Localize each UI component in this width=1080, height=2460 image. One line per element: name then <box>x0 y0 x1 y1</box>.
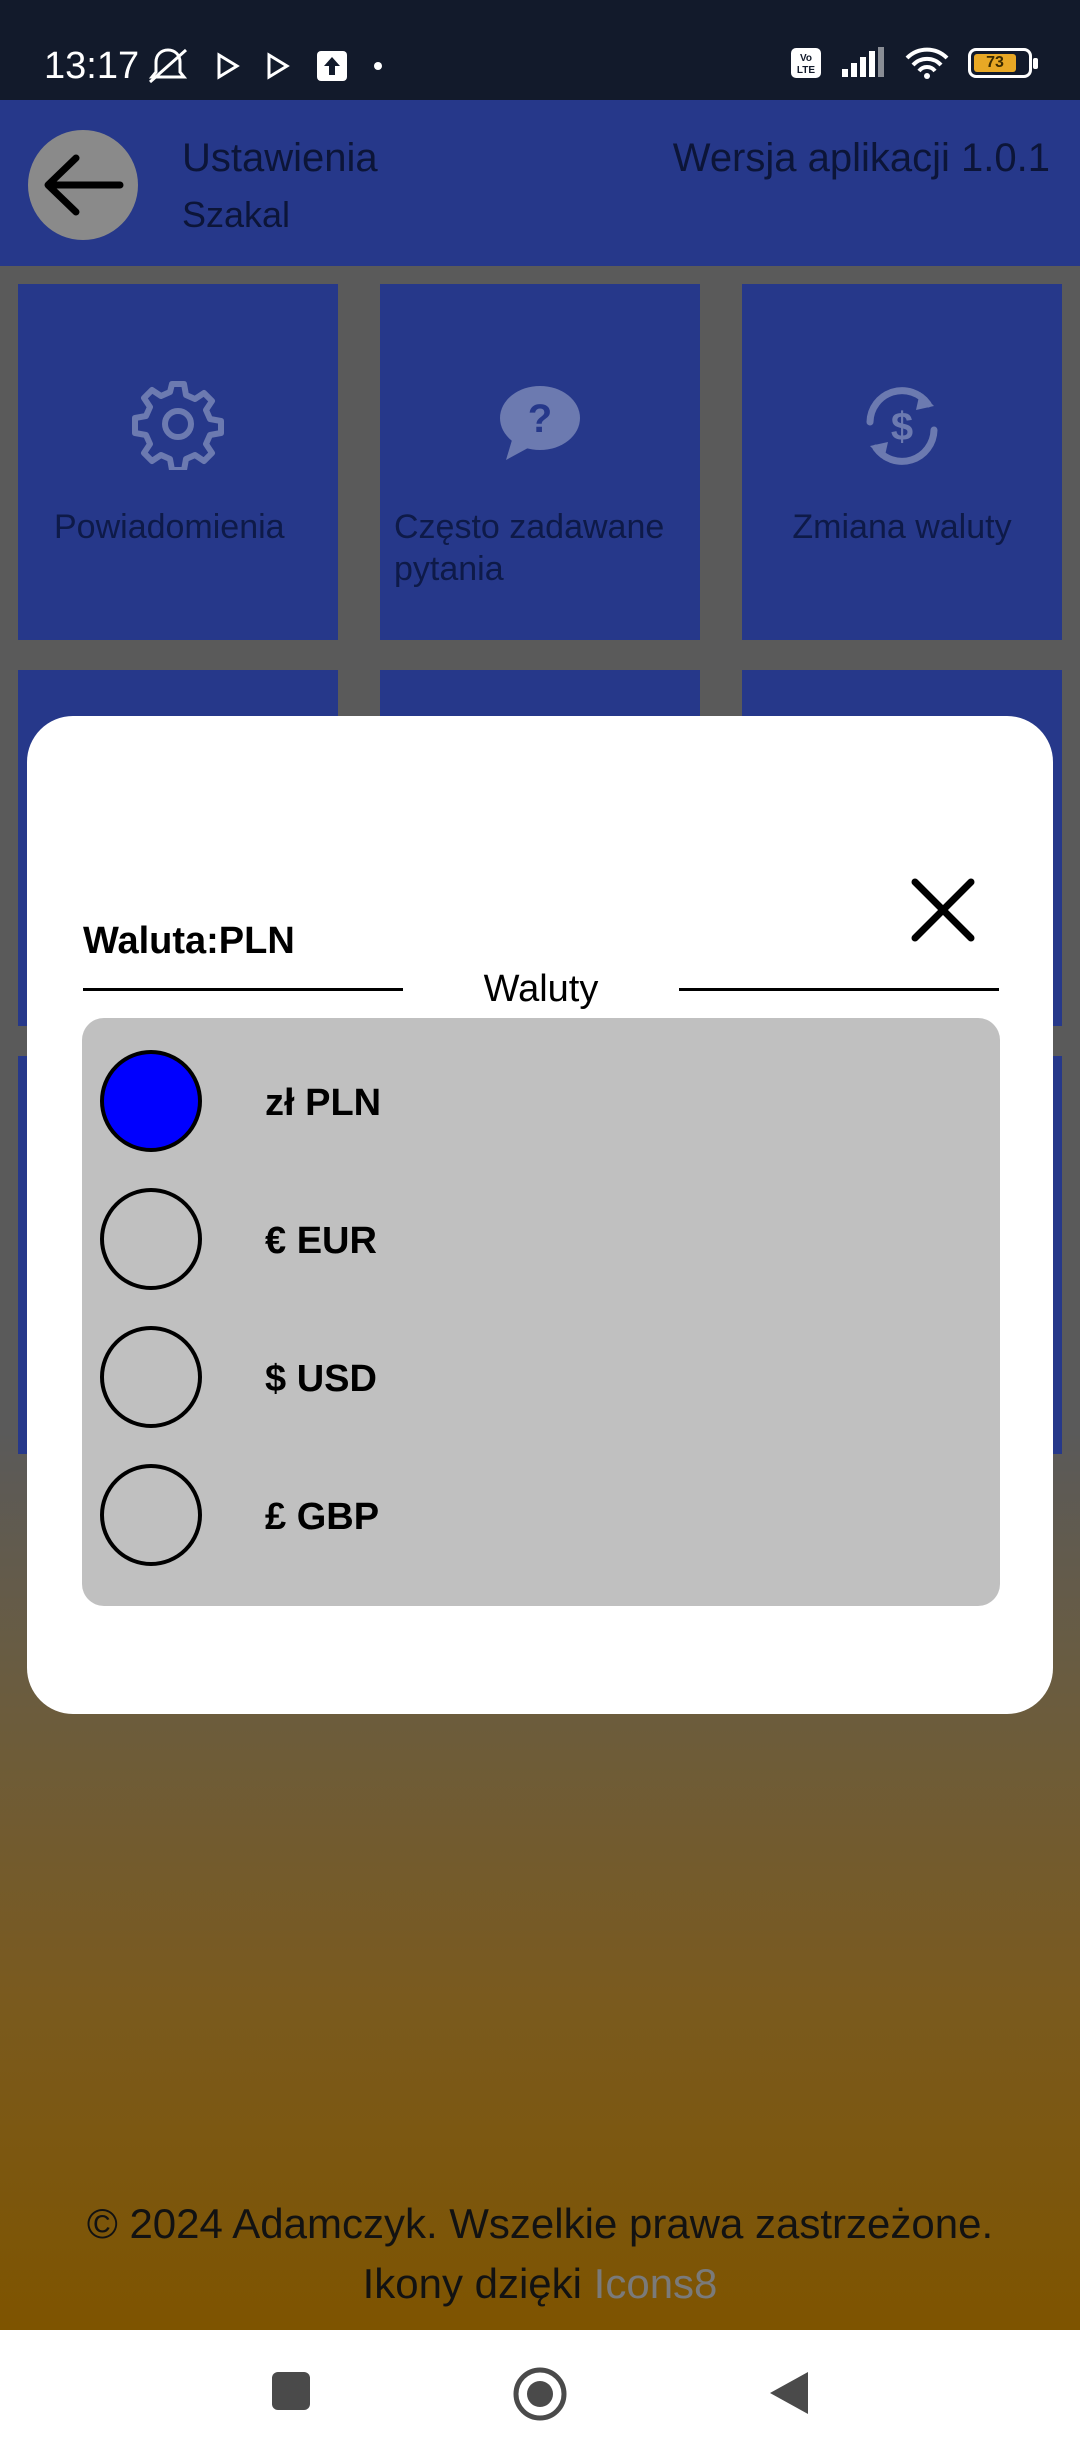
close-button[interactable] <box>907 874 979 946</box>
upload-icon <box>317 51 347 81</box>
divider <box>679 988 999 991</box>
tile-label: Zmiana waluty <box>792 508 1012 546</box>
status-time: 13:17 <box>44 45 140 87</box>
currency-option-usd[interactable]: $ USD <box>82 1294 1000 1432</box>
tile-label: Często zadawane pytania <box>394 508 665 588</box>
tile-label: Powiadomienia <box>54 508 285 546</box>
dialog-title: Waluta:PLN <box>83 920 295 962</box>
option-label: € EUR <box>265 1220 377 1262</box>
svg-text:Vo: Vo <box>800 53 812 64</box>
system-nav-bar <box>0 2330 1080 2460</box>
signal-icon <box>842 47 884 77</box>
app-version: Wersja aplikacji 1.0.1 <box>672 136 1050 180</box>
currency-option-gbp[interactable]: £ GBP <box>82 1432 1000 1570</box>
currency-options: zł PLN € EUR $ USD £ GBP <box>82 1018 1000 1606</box>
home-button[interactable] <box>512 2366 568 2422</box>
svg-text:LTE: LTE <box>797 65 815 76</box>
tile-faq[interactable]: ? Często zadawane pytania <box>380 284 700 640</box>
app-header: Ustawienia Szakal Wersja aplikacji 1.0.1 <box>0 100 1080 266</box>
radio-button[interactable] <box>100 1326 202 1428</box>
question-bubble-icon: ? <box>500 386 580 460</box>
radio-button[interactable] <box>100 1188 202 1290</box>
divider <box>83 988 403 991</box>
mute-icon <box>148 48 188 84</box>
page-subtitle: Szakal <box>182 194 291 235</box>
svg-text:?: ? <box>528 397 552 441</box>
icons8-link[interactable]: Icons8 <box>594 2260 718 2307</box>
footer-credit-prefix: Ikony dzięki <box>362 2260 594 2307</box>
option-label: $ USD <box>265 1358 377 1400</box>
tile-notifications[interactable]: Powiadomienia <box>18 284 338 640</box>
radio-button[interactable] <box>100 1464 202 1566</box>
volte-icon: Vo LTE <box>791 48 821 78</box>
radio-button[interactable] <box>100 1050 202 1152</box>
section-label: Waluty <box>483 968 599 1010</box>
back-nav-button[interactable] <box>766 2368 812 2418</box>
wifi-icon <box>905 47 949 79</box>
play-icon <box>267 52 290 80</box>
dot-icon <box>374 62 382 70</box>
page-title: Ustawienia <box>182 136 378 180</box>
currency-option-eur[interactable]: € EUR <box>82 1156 1000 1294</box>
tile-change-currency[interactable]: $ Zmiana waluty <box>742 284 1062 640</box>
svg-text:$: $ <box>891 405 913 449</box>
recents-button[interactable] <box>270 2370 312 2412</box>
play-icon <box>217 52 240 80</box>
option-label: zł PLN <box>265 1082 382 1124</box>
gear-icon <box>132 381 224 470</box>
arrow-left-icon <box>44 154 124 216</box>
back-button[interactable] <box>28 130 138 240</box>
status-notification-icons <box>146 46 382 86</box>
footer-credit: Ikony dzięki Icons8 <box>0 2260 1080 2308</box>
option-label: £ GBP <box>265 1496 380 1538</box>
status-bar: 13:17 Vo LTE 73 <box>0 0 1080 100</box>
close-icon <box>911 878 975 942</box>
currency-exchange-icon: $ <box>866 387 938 465</box>
battery-level: 73 <box>974 54 1016 72</box>
battery-icon: 73 <box>968 48 1038 78</box>
currency-option-pln[interactable]: zł PLN <box>82 1018 1000 1156</box>
footer-copyright: © 2024 Adamczyk. Wszelkie prawa zastrzeż… <box>86 2200 994 2247</box>
status-system-icons: Vo LTE 73 <box>790 46 1038 80</box>
currency-dialog: Waluta:PLN Waluty zł PLN € EUR $ USD £ G… <box>27 716 1053 1714</box>
